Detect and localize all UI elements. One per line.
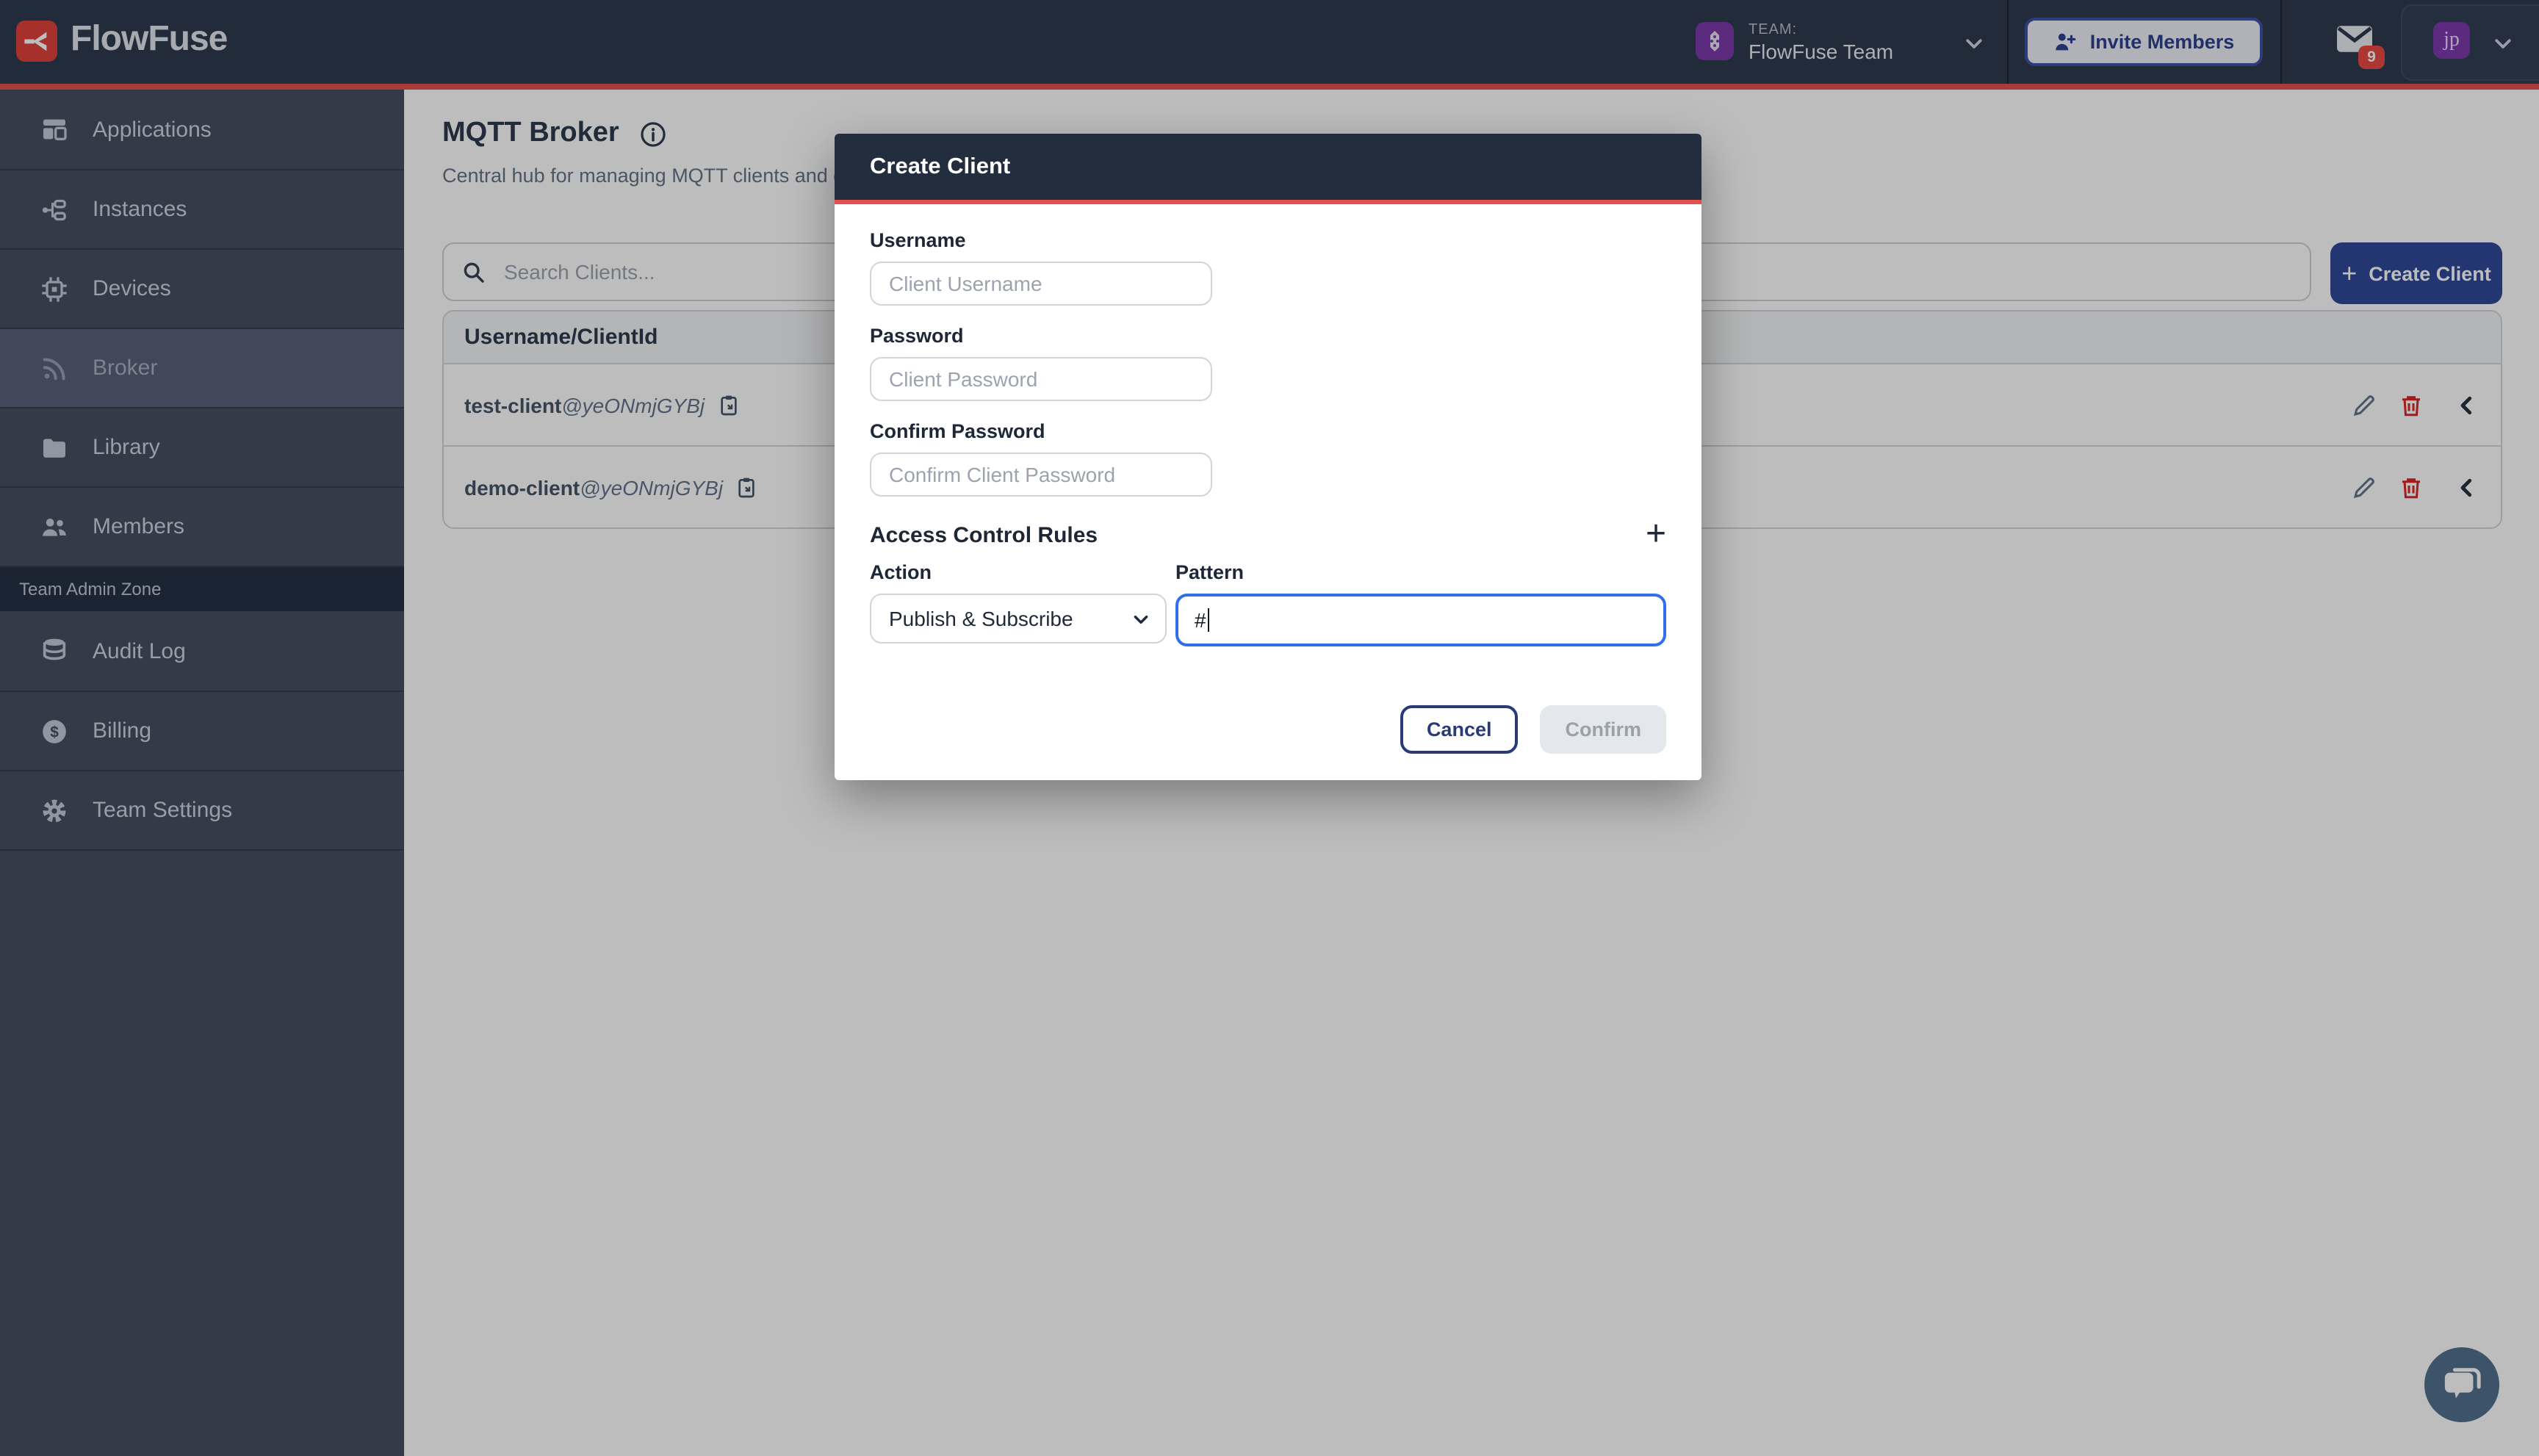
password-label: Password bbox=[870, 323, 1666, 348]
confirm-password-label: Confirm Password bbox=[870, 419, 1666, 444]
modal-body: Username Password Confirm Password Acces… bbox=[835, 204, 1701, 780]
password-field[interactable] bbox=[870, 357, 1212, 401]
modal-header: Create Client bbox=[835, 134, 1701, 204]
confirm-password-field[interactable] bbox=[870, 453, 1212, 497]
pattern-label: Pattern bbox=[1175, 560, 1666, 585]
action-label: Action bbox=[870, 560, 1167, 585]
add-rule-plus-icon[interactable]: + bbox=[1646, 520, 1666, 549]
pattern-input[interactable]: # bbox=[1175, 594, 1666, 646]
action-select-value: Publish & Subscribe bbox=[889, 607, 1073, 630]
select-chevron-down-icon bbox=[1131, 609, 1150, 628]
username-field[interactable] bbox=[870, 262, 1212, 306]
text-cursor bbox=[1208, 608, 1210, 632]
cancel-button[interactable]: Cancel bbox=[1400, 705, 1519, 754]
username-label: Username bbox=[870, 228, 1666, 253]
pattern-input-value: # bbox=[1195, 608, 1206, 632]
app-root: FlowFuse TEAM: FlowFuse Team Invite Memb… bbox=[0, 0, 2539, 1456]
create-client-modal: Create Client Username Password Confirm … bbox=[835, 134, 1701, 780]
confirm-button[interactable]: Confirm bbox=[1541, 705, 1667, 754]
action-select[interactable]: Publish & Subscribe bbox=[870, 594, 1167, 644]
access-control-rules-heading: Access Control Rules bbox=[870, 522, 1098, 547]
modal-title: Create Client bbox=[870, 154, 1010, 180]
